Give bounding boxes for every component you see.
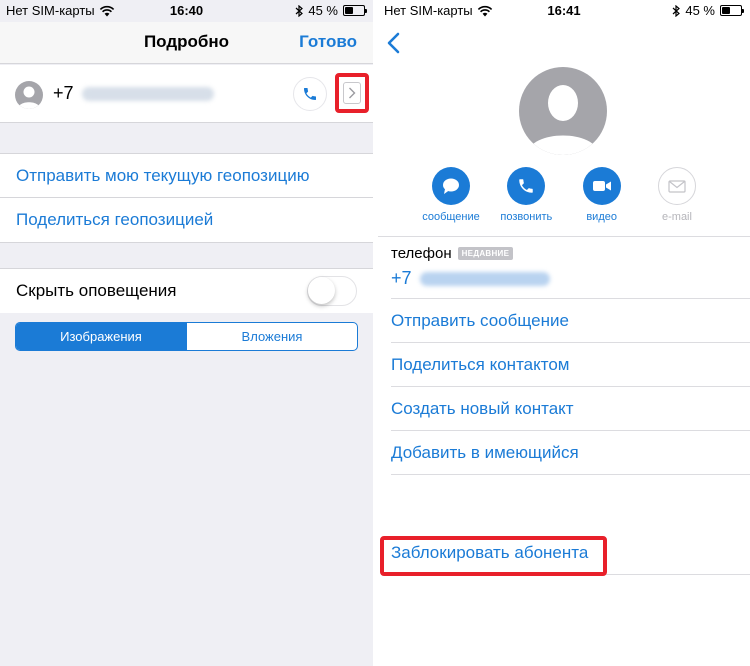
block-caller-button[interactable]: Заблокировать абонента (391, 543, 588, 563)
alerts-group: Скрыть оповещения (0, 268, 373, 313)
email-action-label: e-mail (662, 211, 692, 223)
contact-actions: сообщение позвонить видео e-mail (418, 167, 710, 223)
video-action[interactable]: видео (569, 167, 635, 223)
video-action-label: видео (586, 211, 617, 223)
message-action-label: сообщение (422, 211, 480, 223)
phone-label: телефон (391, 245, 452, 262)
divider (378, 236, 750, 237)
phone-icon (304, 88, 316, 100)
call-action-label: позвонить (500, 211, 553, 223)
segment-attachments[interactable]: Вложения (186, 323, 357, 350)
avatar (15, 81, 43, 109)
contact-action-list: Отправить сообщение Поделиться контактом… (391, 299, 750, 475)
phone-number-link[interactable]: +7 (391, 268, 750, 289)
contact-row[interactable]: +7 (0, 65, 373, 123)
battery-percent: 45 % (308, 3, 338, 18)
bluetooth-icon (672, 4, 681, 17)
status-bar: Нет SIM-карты 16:41 45 % (378, 0, 750, 22)
call-button[interactable] (293, 77, 327, 111)
call-action[interactable]: позвонить (493, 167, 559, 223)
info-disclosure-button[interactable] (335, 73, 369, 113)
bluetooth-icon (295, 4, 304, 17)
toggle-knob (308, 277, 335, 304)
phone-section: телефон НЕДАВНИЕ +7 (391, 245, 750, 289)
hide-alerts-label: Скрыть оповещения (16, 281, 177, 300)
person-icon (527, 85, 599, 155)
email-action[interactable]: e-mail (644, 167, 710, 223)
video-icon (592, 181, 611, 191)
share-location-button[interactable]: Поделиться геопозицией (0, 198, 373, 242)
battery-icon (343, 5, 367, 16)
add-to-existing-button[interactable]: Добавить в имеющийся (391, 431, 750, 475)
send-message-button[interactable]: Отправить сообщение (391, 299, 750, 343)
location-group: Отправить мою текущую геопозицию Поделит… (0, 153, 373, 243)
status-bar: Нет SIM-карты 16:40 45 % (0, 0, 373, 22)
person-icon (18, 86, 40, 109)
phone-icon (519, 179, 534, 193)
message-icon (443, 178, 459, 194)
phone-number-redacted (419, 271, 550, 286)
phone-prefix: +7 (391, 268, 412, 288)
recent-badge: НЕДАВНИЕ (457, 247, 514, 260)
send-location-button[interactable]: Отправить мою текущую геопозицию (0, 154, 373, 198)
share-contact-button[interactable]: Поделиться контактом (391, 343, 750, 387)
mail-icon (668, 179, 686, 193)
attachments-segmented-control: Изображения Вложения (15, 322, 358, 351)
create-contact-button[interactable]: Создать новый контакт (391, 387, 750, 431)
battery-percent: 45 % (685, 3, 715, 18)
battery-icon (720, 5, 744, 16)
message-action[interactable]: сообщение (418, 167, 484, 223)
contact-avatar (519, 67, 607, 155)
phone-prefix: +7 (53, 83, 74, 103)
segment-images[interactable]: Изображения (16, 323, 186, 350)
phone-number-redacted (81, 86, 214, 101)
chevron-right-icon (349, 87, 356, 99)
left-screen: Нет SIM-карты 16:40 45 % Подробно Готово (0, 0, 373, 666)
done-button[interactable]: Готово (299, 32, 357, 52)
hide-alerts-toggle[interactable] (307, 276, 357, 306)
back-chevron-icon[interactable] (384, 32, 406, 54)
nav-bar: Подробно Готово (0, 22, 373, 64)
